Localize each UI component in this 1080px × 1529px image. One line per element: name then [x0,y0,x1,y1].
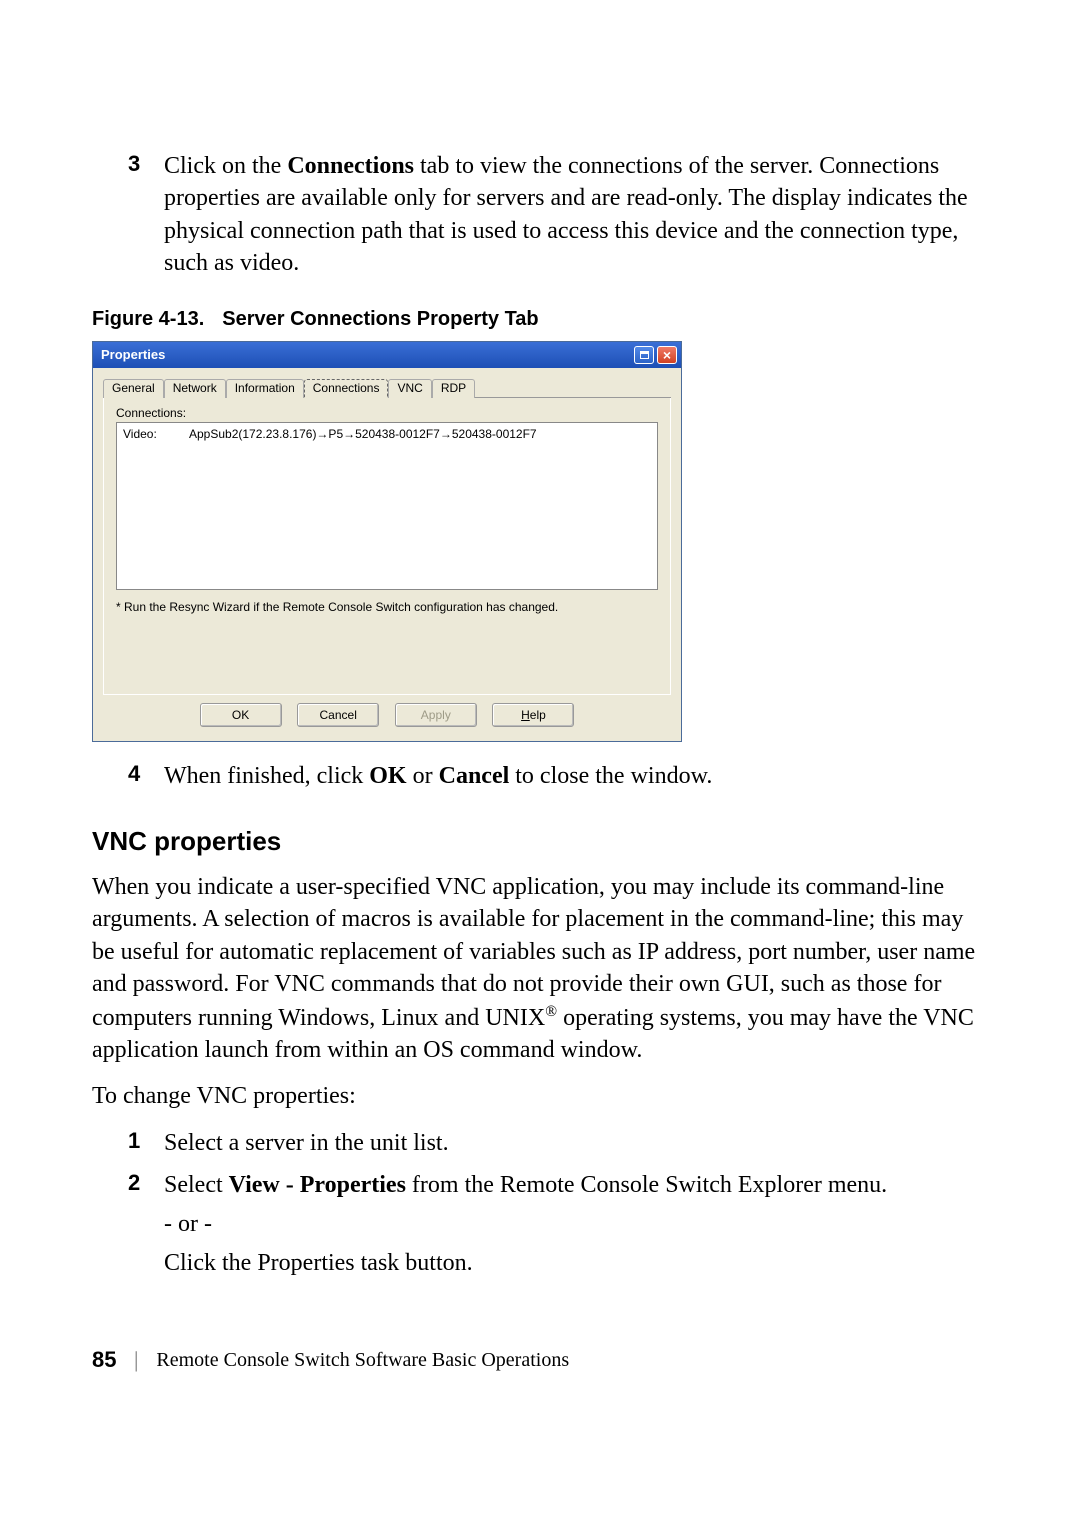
dialog-buttons: OK Cancel Apply Help [93,695,681,741]
tab-information[interactable]: Information [226,379,304,398]
tab-general[interactable]: General [103,379,164,398]
tab-bar: General Network Information Connections … [93,368,681,695]
vnc-s2-pre: Select [164,1172,229,1198]
step-4-post: to close the window. [509,763,712,789]
cancel-button[interactable]: Cancel [297,703,379,727]
step-3-pre: Click on the [164,153,287,179]
s2b-post: task button. [355,1250,473,1276]
titlebar: Properties × [93,342,681,368]
vnc-step-1-body: Select a server in the unit list. [164,1127,449,1159]
step-4-pre: When finished, click [164,763,369,789]
figure-caption: Figure 4-13. Server Connections Property … [92,308,988,331]
properties-dialog: Properties × General Network Information… [92,341,682,742]
help-button[interactable]: Help [492,703,574,727]
step-4: 4 When finished, click OK or Cancel to c… [128,760,988,792]
apply-button: Apply [395,703,477,727]
s2b-b: Properties [257,1250,354,1276]
or-separator: - or - [164,1211,988,1238]
help-acc-pre: H [521,708,530,722]
figure-num: Figure 4-13. [92,308,204,330]
step-3-body: Click on the Connections tab to view the… [164,150,988,280]
vnc-s2-post: from the Remote Console Switch Explorer … [406,1172,887,1198]
help-acc-post: elp [530,708,546,722]
vnc-step-2-num: 2 [128,1170,164,1201]
step-4-num: 4 [128,761,164,792]
dialog-title: Properties [101,347,631,362]
step-4-mid: or [407,763,439,789]
footer-title: Remote Console Switch Software Basic Ope… [156,1349,569,1372]
tab-connections[interactable]: Connections [304,379,389,398]
vnc-step-2b: Click the Properties task button. [164,1250,988,1277]
vnc-paragraph: When you indicate a user-specified VNC a… [92,871,988,1066]
step-4-body: When finished, click OK or Cancel to clo… [164,760,712,792]
footer-divider: | [134,1347,138,1373]
figure-title: Server Connections Property Tab [222,308,538,330]
vnc-step-1: 1 Select a server in the unit list. [128,1127,988,1159]
vnc-lead: To change VNC properties: [92,1080,988,1112]
maximize-button[interactable] [634,346,654,364]
step-4-b2: Cancel [439,763,510,789]
ok-button[interactable]: OK [200,703,282,727]
close-button[interactable]: × [657,346,677,364]
registered-mark: ® [545,1003,557,1020]
vnc-step-2: 2 Select View - Properties from the Remo… [128,1169,988,1201]
tab-panel: Connections: Video:AppSub2(172.23.8.176)… [103,398,671,695]
vnc-s2-b: View - Properties [229,1172,406,1198]
list-item: Video:AppSub2(172.23.8.176)→P5→520438-00… [123,427,651,441]
step-3: 3 Click on the Connections tab to view t… [128,150,988,280]
conn-type: Video: [123,427,189,441]
vnc-step-1-num: 1 [128,1128,164,1159]
vnc-properties-heading: VNC properties [92,826,988,857]
tab-vnc[interactable]: VNC [388,379,431,398]
resync-note: * Run the Resync Wizard if the Remote Co… [116,600,658,614]
close-icon: × [663,347,671,363]
tab-rdp[interactable]: RDP [432,379,475,398]
step-3-num: 3 [128,151,164,280]
connections-label: Connections: [116,406,668,420]
maximize-icon [640,351,649,359]
connections-list: Video:AppSub2(172.23.8.176)→P5→520438-00… [116,422,658,590]
step-3-bold: Connections [287,153,414,179]
s2b-pre: Click the [164,1250,257,1276]
page-number: 85 [92,1347,134,1373]
step-4-b1: OK [369,763,406,789]
page-footer: 85 | Remote Console Switch Software Basi… [92,1347,988,1373]
tab-network[interactable]: Network [164,379,226,398]
vnc-step-2-body: Select View - Properties from the Remote… [164,1169,887,1201]
conn-path: AppSub2(172.23.8.176)→P5→520438-0012F7→5… [189,427,537,441]
